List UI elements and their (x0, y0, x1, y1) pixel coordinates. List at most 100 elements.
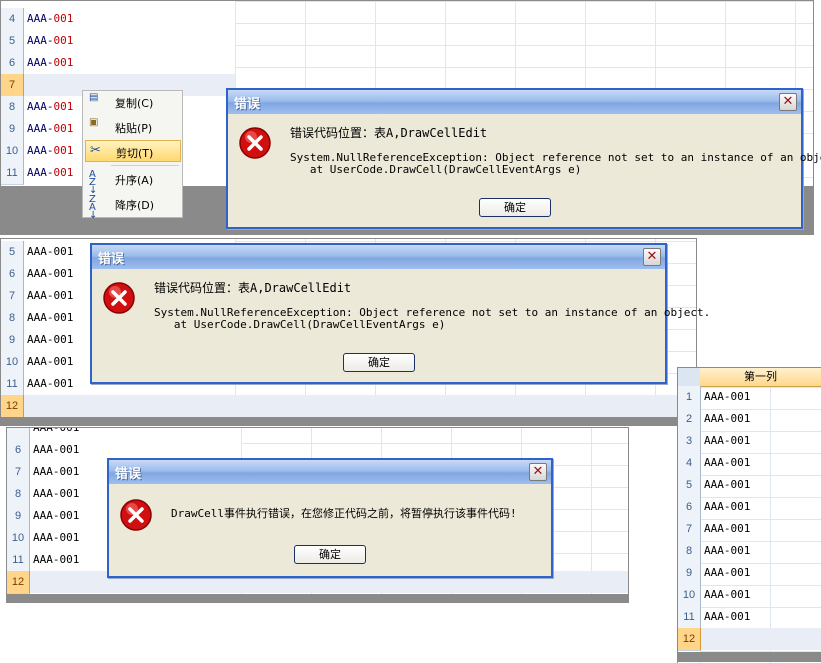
table-row-selected[interactable]: 12 (678, 628, 821, 651)
row-header-selected[interactable]: 12 (678, 628, 701, 651)
cell-value[interactable]: AAA-001 (27, 329, 73, 351)
table-row-selected[interactable]: 12 (1, 395, 696, 418)
table-row[interactable]: 5 AAA-001 (678, 474, 821, 497)
menu-item-sort-descending[interactable]: ZA ↓ 降序(D) (85, 193, 181, 221)
cell-value[interactable]: AAA-001 (33, 483, 79, 505)
menu-item-paste[interactable]: ▣ 粘贴(P) (85, 116, 181, 138)
cell-value[interactable]: AAA-001 (33, 527, 79, 549)
cell-value[interactable]: AAA-001 (704, 474, 750, 496)
cell-value[interactable]: AAA-001 (27, 162, 73, 184)
row-header[interactable]: 9 (1, 118, 24, 141)
row-header[interactable]: 11 (7, 549, 30, 572)
cell-value[interactable]: AAA-001 (27, 52, 73, 74)
table-row[interactable]: AAA-001 (7, 428, 628, 440)
row-header-selected[interactable]: 7 (1, 74, 24, 97)
cell-value[interactable]: AAA-001 (704, 540, 750, 562)
row-header[interactable]: 6 (1, 52, 24, 75)
cell-value[interactable]: AAA-001 (27, 241, 73, 263)
row-header[interactable]: 7 (7, 461, 30, 484)
dialog-title-bar[interactable]: 错误 ✕ (109, 460, 551, 484)
cell-value[interactable]: AAA-001 (27, 8, 73, 30)
cell-value[interactable]: AAA-001 (27, 307, 73, 329)
cell-value[interactable]: AAA-001 (704, 584, 750, 606)
ok-button[interactable]: 确定 (343, 353, 415, 372)
cell-value[interactable]: AAA-001 (704, 562, 750, 584)
cell-value[interactable]: AAA-001 (27, 351, 73, 373)
table-row[interactable]: 5 AAA-001 (1, 30, 813, 53)
close-button[interactable]: ✕ (779, 93, 797, 111)
row-header[interactable]: 5 (1, 30, 24, 53)
cell-value[interactable]: AAA-001 (704, 430, 750, 452)
cell-value[interactable]: AAA-001 (704, 386, 750, 408)
table-row[interactable]: 9 AAA-001 (678, 562, 821, 585)
cell-value[interactable]: AAA-001 (704, 496, 750, 518)
ok-button[interactable]: 确定 (479, 198, 551, 217)
select-all-corner[interactable] (678, 368, 701, 386)
dialog-title-bar[interactable]: 错误 ✕ (92, 245, 665, 269)
cell-value[interactable]: AAA-001 (27, 373, 73, 395)
row-header[interactable]: 10 (7, 527, 30, 550)
row-header[interactable]: 4 (678, 452, 701, 475)
row-header[interactable]: 9 (1, 329, 24, 352)
table-row[interactable]: 1 AAA-001 (678, 386, 821, 409)
row-header[interactable]: 9 (7, 505, 30, 528)
row-header[interactable]: 9 (678, 562, 701, 585)
row-header[interactable]: 6 (1, 263, 24, 286)
table-row[interactable]: 7 AAA-001 (678, 518, 821, 541)
cell-value[interactable]: AAA-001 (704, 606, 750, 628)
row-header[interactable]: 1 (678, 386, 701, 409)
row-header[interactable]: 8 (678, 540, 701, 563)
cell-value[interactable]: AAA-001 (704, 452, 750, 474)
close-button[interactable]: ✕ (529, 463, 547, 481)
table-row[interactable]: 3 AAA-001 (678, 430, 821, 453)
table-row[interactable]: 11 AAA-001 (678, 606, 821, 629)
menu-item-copy[interactable]: ▤ 复制(C) (85, 91, 181, 113)
table-row[interactable]: 6 AAA-001 (1, 52, 813, 75)
row-header[interactable]: 11 (1, 373, 24, 396)
cell-value[interactable]: AAA-001 (27, 263, 73, 285)
row-header[interactable]: 4 (1, 8, 24, 31)
cell-value[interactable]: AAA-001 (27, 118, 73, 140)
cell-value[interactable]: AAA-001 (27, 285, 73, 307)
cell-value[interactable]: AAA-001 (27, 140, 73, 162)
column-header[interactable]: 第一列 (700, 368, 821, 387)
table-row[interactable]: 4 AAA-001 (678, 452, 821, 475)
cell-value[interactable]: AAA-001 (27, 96, 73, 118)
dialog-title-bar[interactable]: 错误 ✕ (228, 90, 801, 114)
row-header[interactable]: 7 (1, 285, 24, 308)
row-header[interactable]: 3 (678, 430, 701, 453)
cell-value[interactable]: AAA-001 (33, 428, 79, 439)
cell-value[interactable]: AAA-001 (33, 461, 79, 483)
cell-value[interactable]: AAA-001 (33, 439, 79, 461)
row-header[interactable]: 8 (1, 96, 24, 119)
row-header[interactable]: 11 (678, 606, 701, 629)
row-header[interactable]: 5 (1, 241, 24, 264)
menu-item-sort-ascending[interactable]: AZ ↓ 升序(A) (85, 168, 181, 196)
table-row[interactable]: 8 AAA-001 (678, 540, 821, 563)
row-header-selected[interactable]: 12 (7, 571, 30, 594)
table-row[interactable]: 10 AAA-001 (678, 584, 821, 607)
row-header[interactable]: 7 (678, 518, 701, 541)
row-header[interactable]: 6 (678, 496, 701, 519)
row-header[interactable]: 10 (1, 351, 24, 374)
row-header[interactable]: 11 (1, 162, 24, 185)
row-header[interactable]: 6 (7, 439, 30, 462)
row-header[interactable]: 10 (1, 140, 24, 163)
close-button[interactable]: ✕ (643, 248, 661, 266)
row-header[interactable]: 10 (678, 584, 701, 607)
cell-value[interactable]: AAA-001 (27, 30, 73, 52)
row-header[interactable]: 8 (1, 307, 24, 330)
table-row[interactable]: 2 AAA-001 (678, 408, 821, 431)
cell-value[interactable]: AAA-001 (33, 505, 79, 527)
cell-value[interactable]: AAA-001 (704, 518, 750, 540)
row-header[interactable]: 8 (7, 483, 30, 506)
row-header-selected[interactable]: 12 (1, 395, 24, 418)
table-row[interactable]: 6 AAA-001 (678, 496, 821, 519)
menu-item-cut[interactable]: ✂ 剪切(T) (85, 140, 181, 162)
row-header[interactable]: 2 (678, 408, 701, 431)
cell-value[interactable]: AAA-001 (33, 549, 79, 571)
ok-button[interactable]: 确定 (294, 545, 366, 564)
cell-value[interactable]: AAA-001 (704, 408, 750, 430)
row-header[interactable]: 5 (678, 474, 701, 497)
table-row[interactable]: 4 AAA-001 (1, 8, 813, 31)
